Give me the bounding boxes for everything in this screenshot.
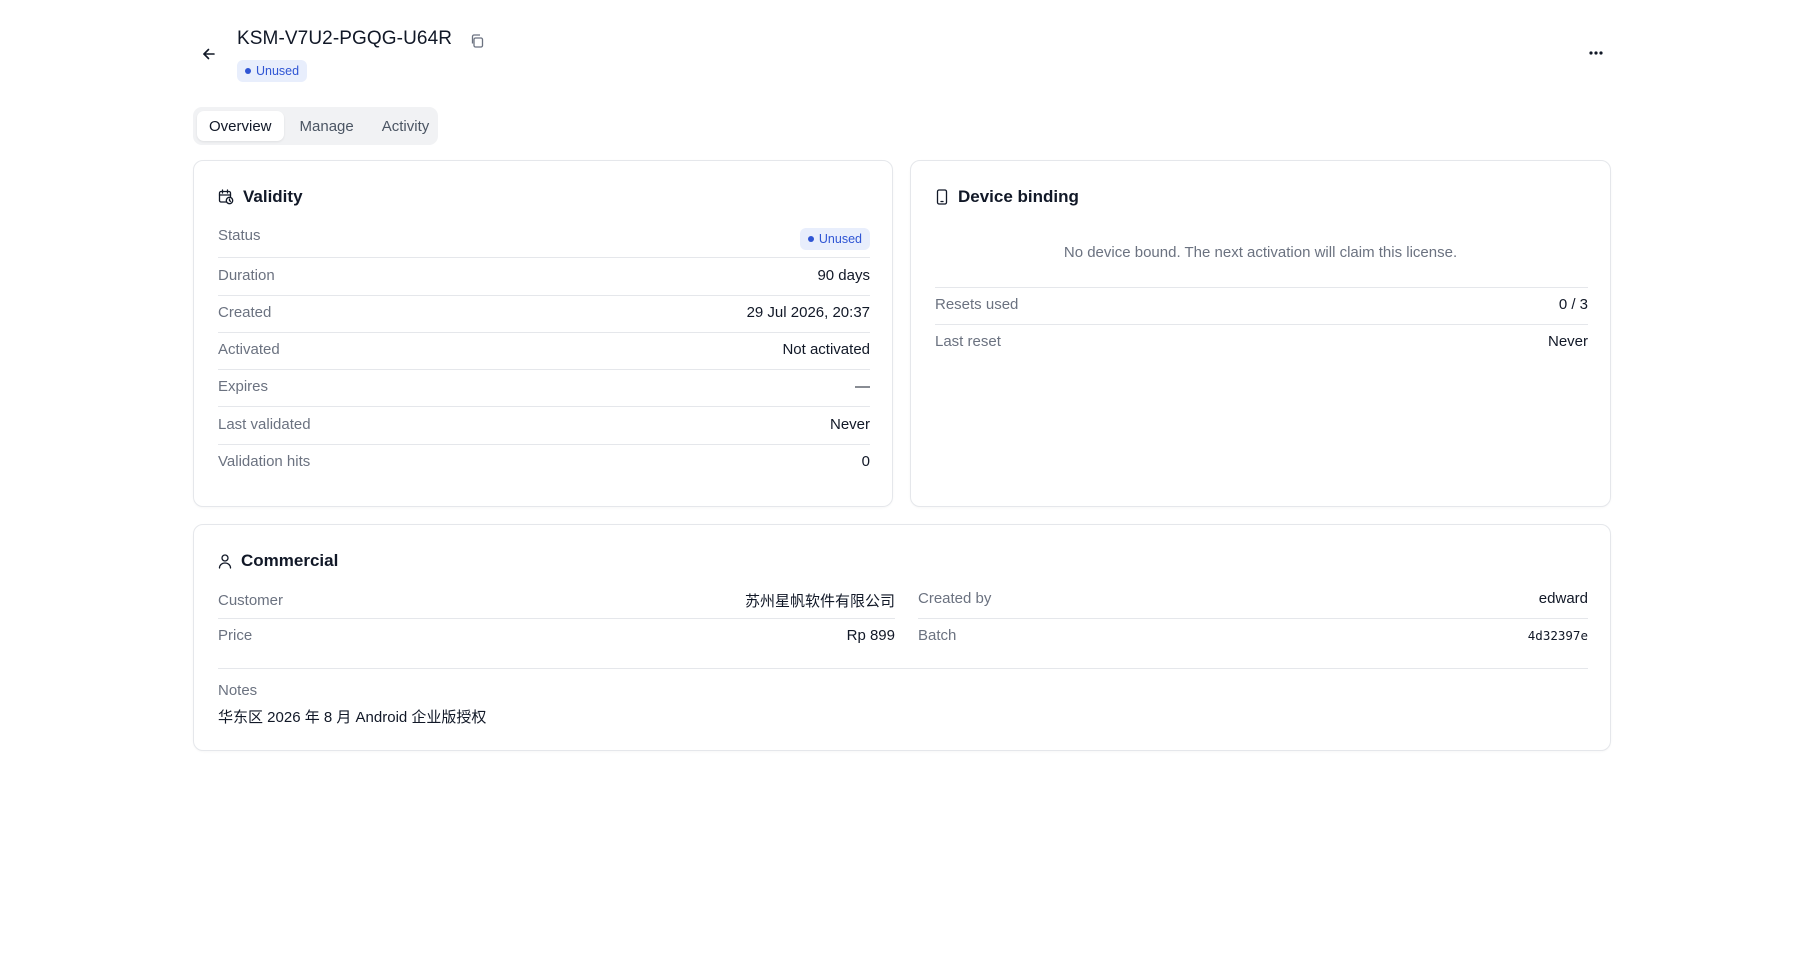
row-label: Last validated bbox=[218, 416, 311, 433]
row-value: 0 bbox=[861, 453, 870, 470]
status-badge: Unused bbox=[799, 228, 870, 250]
commercial-card: Commercial Customer 苏州星帆软件有限公司 Price Rp … bbox=[193, 524, 1611, 751]
status-dot bbox=[807, 236, 814, 242]
validity-row-last-validated: Last validated Never bbox=[218, 416, 870, 433]
row-value: 4d32397e bbox=[1527, 628, 1588, 643]
commercial-row-price: Price Rp 899 bbox=[218, 627, 895, 644]
row-value: — bbox=[855, 378, 870, 395]
commercial-row-batch: Batch 4d32397e bbox=[918, 627, 1588, 644]
device-binding-card: Device binding No device bound. The next… bbox=[910, 160, 1611, 507]
notes-label: Notes bbox=[218, 682, 258, 699]
status-dot bbox=[245, 68, 251, 74]
row-value: Never bbox=[829, 416, 870, 433]
row-value: edward bbox=[1538, 590, 1588, 607]
validity-card-title: Validity bbox=[218, 187, 303, 207]
divider bbox=[218, 257, 870, 258]
commercial-row-customer: Customer 苏州星帆软件有限公司 bbox=[218, 590, 895, 611]
row-value: Not activated bbox=[782, 341, 870, 358]
status-badge-label: Unused bbox=[256, 64, 300, 78]
license-key-title: KSM-V7U2-PGQG-U64R bbox=[237, 28, 453, 49]
divider bbox=[935, 287, 1588, 288]
commercial-title: Commercial bbox=[241, 551, 339, 570]
validity-card: Validity Status Unused Duration 90 days … bbox=[193, 160, 893, 507]
divider bbox=[935, 324, 1588, 325]
device-title: Device binding bbox=[958, 187, 1079, 206]
notes-value: 华东区 2026 年 8 月 Android 企业版授权 bbox=[218, 709, 487, 726]
divider bbox=[218, 295, 870, 296]
validity-row-created: Created 29 Jul 2026, 20:37 bbox=[218, 304, 870, 321]
row-label: Validation hits bbox=[218, 453, 311, 470]
device-empty-message: No device bound. The next activation wil… bbox=[1063, 244, 1458, 261]
divider bbox=[218, 668, 1588, 669]
validity-title: Validity bbox=[243, 187, 303, 206]
row-label: Expires bbox=[218, 378, 269, 395]
row-label: Created by bbox=[918, 590, 992, 607]
validity-row-validation-hits: Validation hits 0 bbox=[218, 453, 870, 470]
row-value: 0 / 3 bbox=[1558, 296, 1588, 313]
row-label: Status bbox=[218, 226, 261, 244]
more-actions-button[interactable] bbox=[1582, 40, 1610, 66]
commercial-row-created-by: Created by edward bbox=[918, 590, 1588, 607]
copy-key-button[interactable] bbox=[466, 30, 488, 52]
row-value: 29 Jul 2026, 20:37 bbox=[746, 304, 870, 321]
more-horizontal-icon bbox=[1589, 51, 1603, 55]
row-label: Resets used bbox=[935, 296, 1019, 313]
row-label: Activated bbox=[218, 341, 280, 358]
row-value: Never bbox=[1547, 333, 1588, 350]
user-icon bbox=[218, 554, 232, 569]
row-label: Batch bbox=[918, 627, 957, 644]
divider bbox=[218, 444, 870, 445]
status-badge: Unused bbox=[237, 60, 308, 82]
row-label: Duration bbox=[218, 267, 275, 284]
device-card-title: Device binding bbox=[935, 187, 1079, 207]
validity-row-duration: Duration 90 days bbox=[218, 267, 870, 284]
calendar-clock-icon bbox=[218, 189, 234, 205]
row-value: 苏州星帆软件有限公司 bbox=[744, 593, 895, 610]
smartphone-icon bbox=[936, 189, 948, 205]
back-button[interactable] bbox=[196, 41, 222, 67]
tab-activity[interactable]: Activity bbox=[370, 111, 442, 141]
row-label: Customer bbox=[218, 592, 284, 609]
row-label: Created bbox=[218, 304, 272, 321]
validity-row-activated: Activated Not activated bbox=[218, 341, 870, 358]
validity-row-status: Status Unused bbox=[218, 224, 870, 250]
divider bbox=[218, 332, 870, 333]
divider bbox=[218, 369, 870, 370]
device-row-last-reset: Last reset Never bbox=[935, 333, 1588, 350]
tab-manage[interactable]: Manage bbox=[288, 111, 366, 141]
copy-icon bbox=[471, 34, 484, 48]
row-value: Rp 899 bbox=[846, 627, 895, 644]
row-label: Price bbox=[218, 627, 253, 644]
device-row-resets-used: Resets used 0 / 3 bbox=[935, 296, 1588, 313]
tab-overview[interactable]: Overview bbox=[197, 111, 284, 141]
status-badge-label: Unused bbox=[818, 232, 862, 246]
commercial-card-title: Commercial bbox=[218, 551, 338, 571]
arrow-left-icon bbox=[203, 48, 215, 60]
divider bbox=[918, 618, 1588, 619]
validity-row-expires: Expires — bbox=[218, 378, 870, 395]
tab-bar: Overview Manage Activity bbox=[193, 107, 438, 145]
row-value: 90 days bbox=[817, 267, 870, 284]
row-label: Last reset bbox=[935, 333, 1001, 350]
divider bbox=[218, 406, 870, 407]
divider bbox=[218, 618, 895, 619]
